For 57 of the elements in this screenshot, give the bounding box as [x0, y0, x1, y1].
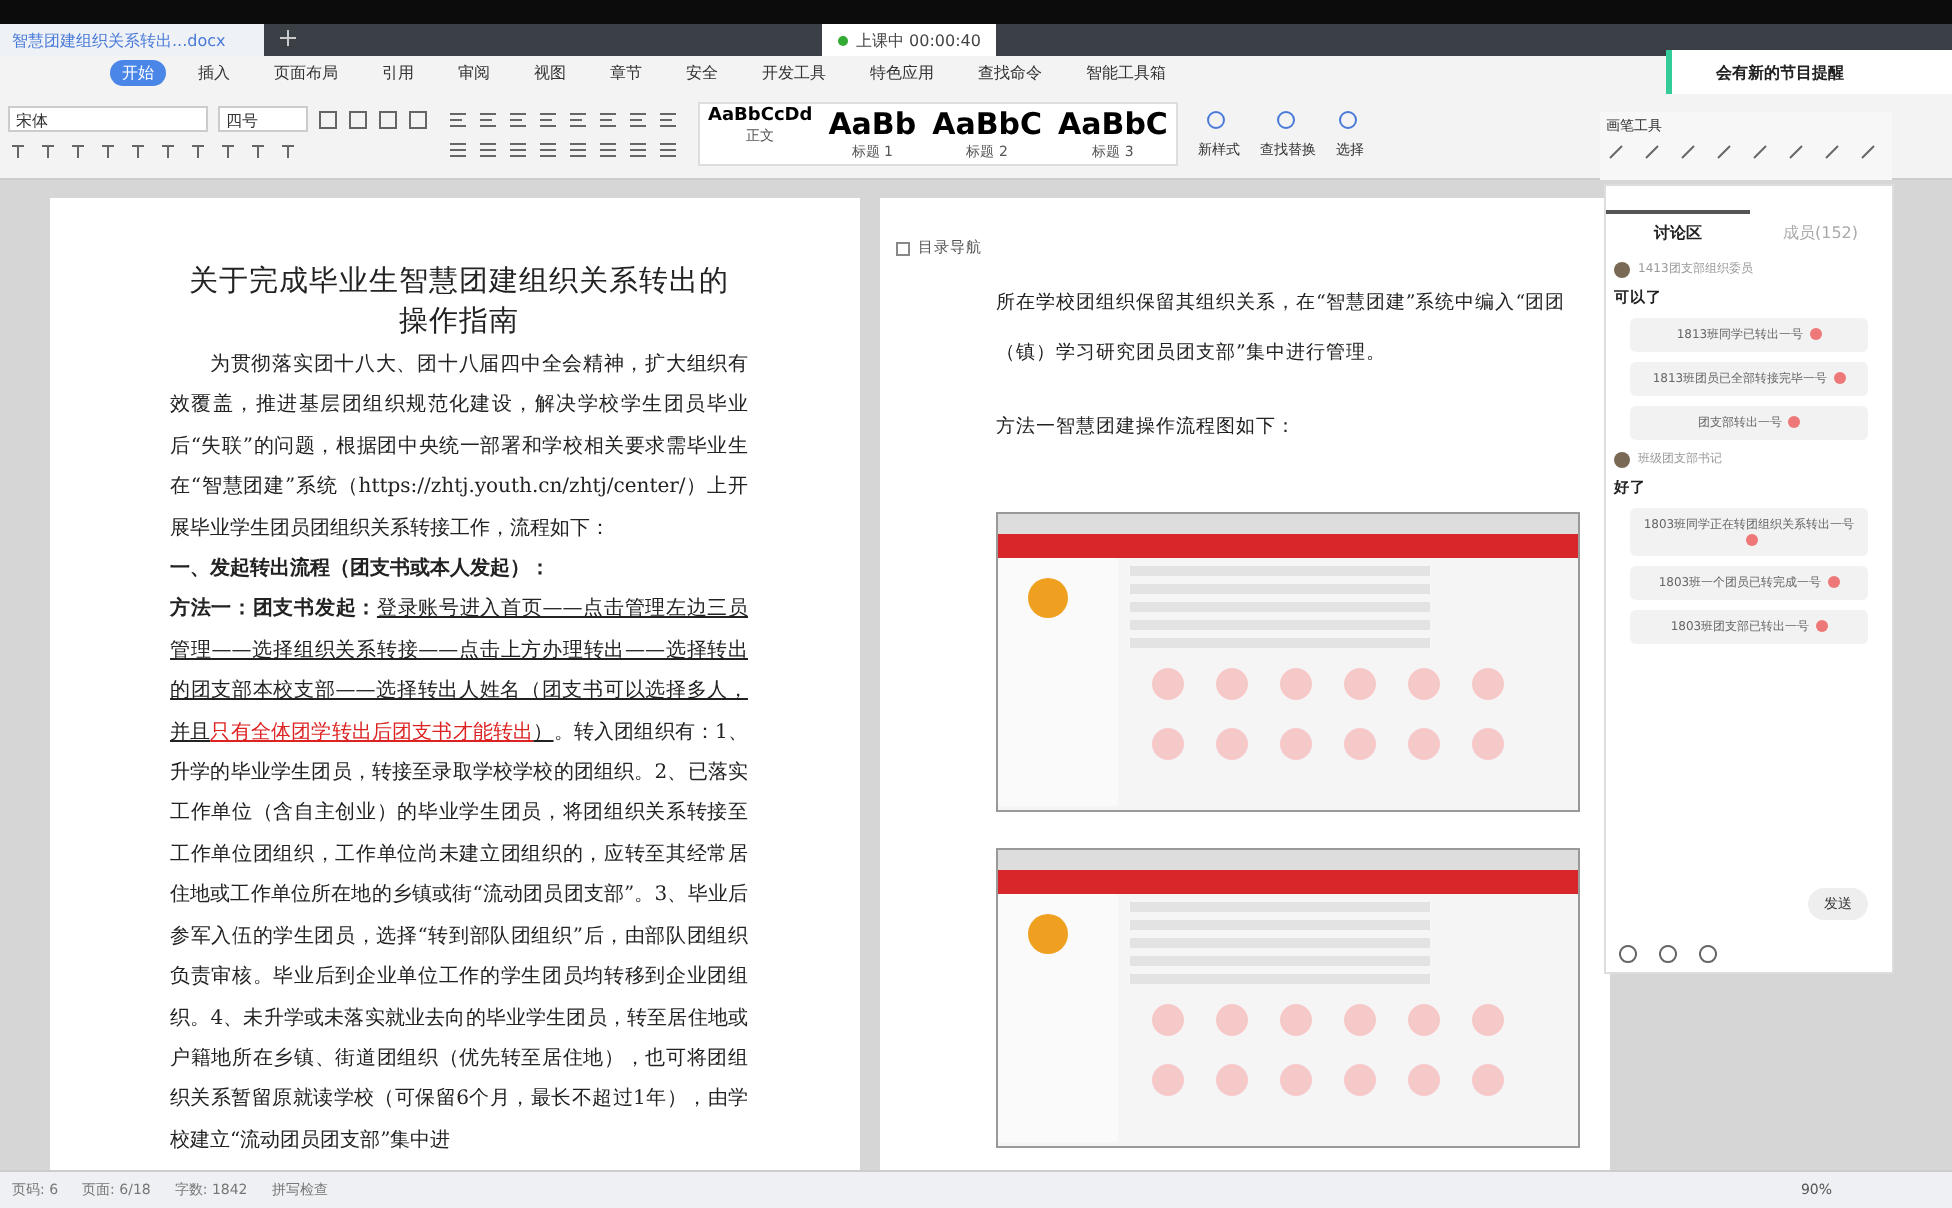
menu-tab[interactable]: 插入 [186, 60, 242, 86]
document-icon [896, 241, 910, 255]
paragraph-icon[interactable] [538, 109, 558, 129]
format-icon[interactable] [248, 142, 268, 162]
document-paragraph: 方法一智慧团建操作流程图如下： [996, 414, 1298, 442]
menu-tab[interactable]: 视图 [522, 60, 578, 86]
font-size-field[interactable]: 四号 [218, 106, 308, 132]
format-icon[interactable] [158, 142, 178, 162]
document-paragraph: 所在学校团组织保留其组织关系，在“智慧团建”系统中编入“团团（镇）学习研究团员团支部”集中进行管理。 [996, 290, 1568, 368]
menu-tab[interactable]: 章节 [598, 60, 654, 86]
document-tab[interactable]: 智慧团建组织关系转出...docx [0, 24, 264, 56]
paragraph-icon[interactable] [568, 109, 588, 129]
style-preview[interactable]: AaBbCcDd [708, 106, 813, 126]
align-icon[interactable] [538, 139, 558, 159]
format-icon[interactable] [8, 142, 28, 162]
paragraph-icon[interactable] [508, 109, 528, 129]
align-icon[interactable] [448, 139, 468, 159]
notification-banner: 会有新的节目提醒 [1666, 50, 1952, 94]
document-paragraph: 一、发起转出流程（团支书或本人发起）： [170, 554, 552, 585]
font-name-field[interactable]: 宋体 [8, 106, 208, 132]
align-icon[interactable] [628, 139, 648, 159]
align-icon[interactable] [598, 139, 618, 159]
align-icon[interactable] [478, 139, 498, 159]
menu-tab[interactable]: 特色应用 [858, 60, 946, 86]
menu-tab[interactable]: 智能工具箱 [1074, 60, 1178, 86]
menu-tab[interactable]: 开发工具 [750, 60, 838, 86]
style-preview[interactable]: AaBbC [932, 106, 1043, 142]
align-icon[interactable] [658, 139, 678, 159]
avatar [1614, 451, 1630, 467]
format-icon[interactable] [98, 142, 118, 162]
format-icon[interactable] [278, 142, 298, 162]
paragraph-icon[interactable] [598, 109, 618, 129]
format-icon[interactable] [188, 142, 208, 162]
format-icon[interactable] [128, 142, 148, 162]
menu-tab[interactable]: 页面布局 [262, 60, 350, 86]
menu-tab[interactable]: 引用 [370, 60, 426, 86]
menu-tab[interactable]: 开始 [110, 60, 166, 86]
document-title: 关于完成毕业生智慧团建组织关系转出的操作指南 [187, 263, 731, 342]
document-paragraph: 方法一：团支书发起：登录账号进入首页——点击管理左边三员管理——选择组织关系转接——点击上方办理转出——选择转出的团支部本校支部——选择转出人姓名（团支书可以选择多人，并且只有全体团学转出后团支书才能转出）。转入团组织有：1、升学的毕业学生团员，转接至录取学校学校的团组织。2、已落实工作单位（含自主创业）的毕业学生团员，将团组织关系转接至工作单位团组织，工作单位尚未建立团组织的，应转至其经常居住地或工作单位所在地的乡镇或街“流动团员团支部”。3、毕业后参军入伍的学生团员，选择“转到部队团组织”后，由部队团组织负责审核。毕业后到企业单位工作的学生团员均转移到企业团组织。4、未升学或未落实就业去向的毕业学生团员，转至居住地或户籍地所在乡镇、街道团组织（优先转至居住地），也可将团组织关系暂留原就读学校（可保留6个月，最长不超过1年），由学校建立“流动团员团支部”集中进 [170, 594, 748, 1156]
style-preview[interactable]: AaBb [828, 106, 917, 142]
align-icon[interactable] [508, 139, 528, 159]
paragraph-icon[interactable] [628, 109, 648, 129]
document-paragraph: 为贯彻落实团十八大、团十八届四中全会精神，扩大组织有效覆盖，推进基层团组织规范化建设，解决学校学生团员毕业后“失联”的问题，根据团中央统一部署和学校相关要求需毕业生在“智慧团建”系统（https://zhtj.youth.cn/zhtj/center/）上开展毕业学生团员团组织关系转接工作，流程如下： [170, 351, 748, 544]
style-preview[interactable]: AaBbC [1058, 106, 1168, 142]
menu-tab[interactable]: 查找命令 [966, 60, 1054, 86]
menu-tab[interactable]: 审阅 [446, 60, 502, 86]
paragraph-icon[interactable] [448, 109, 468, 129]
format-icon[interactable] [68, 142, 88, 162]
paragraph-icon[interactable] [478, 109, 498, 129]
paragraph-icon[interactable] [658, 109, 678, 129]
recording-indicator: 上课中 00:00:40 [822, 24, 997, 56]
menu-tab[interactable]: 安全 [674, 60, 730, 86]
avatar [1614, 261, 1630, 277]
chat-tab[interactable]: 讨论区 [1606, 210, 1749, 252]
align-icon[interactable] [568, 139, 588, 159]
format-icon[interactable] [218, 142, 238, 162]
format-icon[interactable] [38, 142, 58, 162]
